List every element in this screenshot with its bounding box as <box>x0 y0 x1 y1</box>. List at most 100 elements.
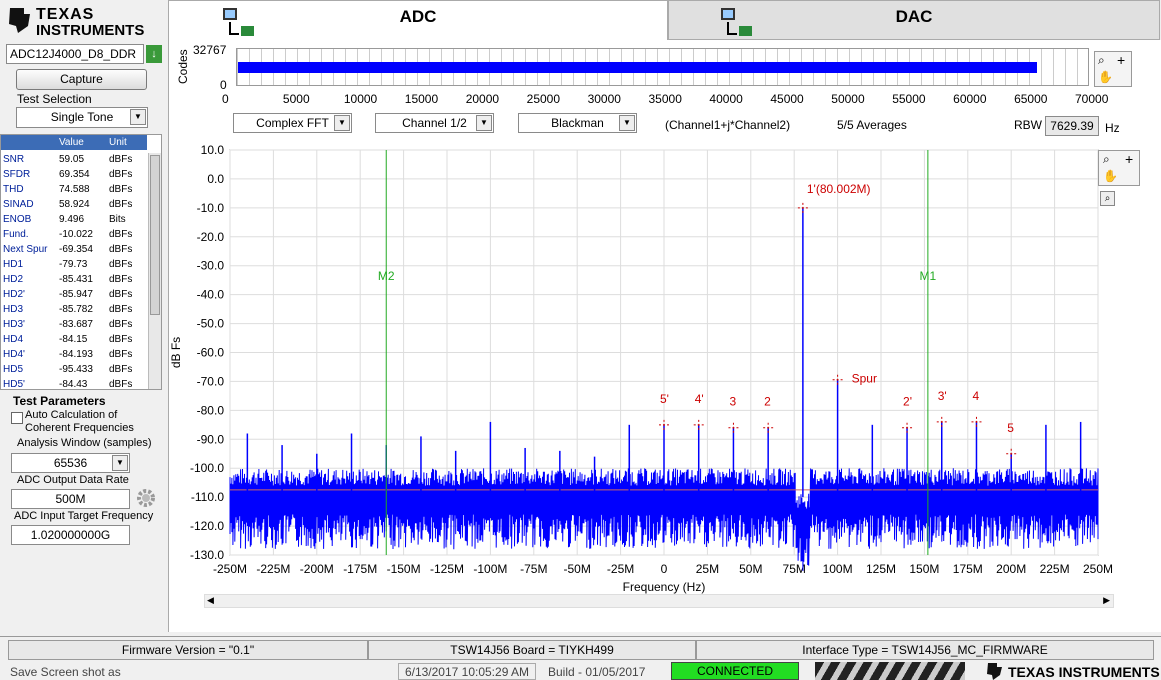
tab-adc[interactable]: ADC <box>168 0 668 40</box>
channel-value: Channel 1/2 <box>402 116 467 130</box>
y-tick-label: -10.0 <box>197 201 225 215</box>
metric-name: HD3 <box>3 304 24 315</box>
table-row: HD3 -85.782 dBFs <box>1 302 147 317</box>
metric-name: Fund. <box>3 229 29 240</box>
table-row: HD2 -85.431 dBFs <box>1 272 147 287</box>
tab-dac[interactable]: DAC <box>668 0 1160 40</box>
download-arrow-icon[interactable]: ↓ <box>146 45 162 63</box>
harmonic-label: 5' <box>660 392 669 406</box>
pc-to-board-icon <box>223 8 254 36</box>
search-icon[interactable]: ⌕ <box>1100 191 1115 206</box>
scroll-thumb[interactable] <box>150 155 160 315</box>
zoom-icon[interactable]: ⌕ <box>1103 152 1110 167</box>
metric-unit: dBFs <box>109 379 133 390</box>
codes-xtick: 30000 <box>587 92 621 106</box>
plus-icon[interactable]: + <box>1125 151 1133 167</box>
x-tick-label: -225M <box>256 562 290 576</box>
table-header: Value Unit <box>1 135 147 150</box>
chart-zoom-tools[interactable]: ⌕ + ✋ <box>1098 150 1140 186</box>
harmonic-label: Spur <box>852 372 877 386</box>
table-row: HD3' -83.687 dBFs <box>1 317 147 332</box>
pan-icon[interactable]: ✋ <box>1098 70 1113 84</box>
metric-name: SFDR <box>3 169 31 180</box>
y-tick-label: -60.0 <box>197 346 225 360</box>
table-row: HD1 -79.73 dBFs <box>1 257 147 272</box>
rbw-unit: Hz <box>1105 121 1120 135</box>
y-tick-label: -80.0 <box>197 403 225 417</box>
fft-type-dropdown[interactable]: Complex FFT ▼ <box>233 113 352 133</box>
x-tick-label: 200M <box>996 562 1026 576</box>
col-unit-header: Unit <box>109 137 127 148</box>
window-dropdown[interactable]: Blackman ▼ <box>518 113 637 133</box>
x-tick-label: -50M <box>564 562 591 576</box>
harmonic-label: 4 <box>972 389 979 403</box>
y-tick-label: -30.0 <box>197 259 225 273</box>
device-select[interactable]: ADC12J4000_D8_DDR <box>6 44 144 64</box>
rbw-label: RBW <box>1014 118 1042 132</box>
codes-ymin: 0 <box>220 78 227 92</box>
x-tick-label: 0 <box>661 562 668 576</box>
metric-unit: dBFs <box>109 184 133 195</box>
rbw-value: 7629.39 <box>1045 116 1099 136</box>
codes-xtick: 55000 <box>892 92 926 106</box>
y-tick-label: -100.0 <box>190 461 224 475</box>
build-date: Build - 01/05/2017 <box>548 665 646 679</box>
chart-scrollbar[interactable]: ◀ ▶ <box>204 594 1114 608</box>
x-tick-label: 100M <box>823 562 853 576</box>
metric-unit: dBFs <box>109 199 133 210</box>
metric-unit: dBFs <box>109 349 133 360</box>
chevron-down-icon: ▼ <box>334 115 350 131</box>
auto-calc-label: Auto Calculation of <box>25 409 118 421</box>
auto-calc-checkbox[interactable] <box>11 412 23 424</box>
metric-value: -84.193 <box>59 349 93 360</box>
target-frequency-input[interactable]: 1.020000000G <box>11 525 130 545</box>
codes-xtick: 40000 <box>709 92 743 106</box>
codes-xtick: 45000 <box>770 92 804 106</box>
metric-name: HD3' <box>3 319 25 330</box>
save-screenshot-label[interactable]: Save Screen shot as <box>10 665 121 679</box>
table-row: HD5 -95.433 dBFs <box>1 362 147 377</box>
metric-unit: dBFs <box>109 244 133 255</box>
x-tick-label: -125M <box>430 562 464 576</box>
codes-zoom-tools[interactable]: ⌕ + ✋ <box>1094 51 1132 87</box>
zoom-icon[interactable]: ⌕ <box>1098 53 1105 68</box>
scroll-left-icon[interactable]: ◀ <box>207 595 214 606</box>
status-bar: Firmware Version = "0.1" TSW14J56 Board … <box>0 636 1161 661</box>
metric-name: HD5' <box>3 379 25 390</box>
x-tick-label: 150M <box>909 562 939 576</box>
plus-icon[interactable]: + <box>1117 52 1125 68</box>
y-axis-label: dB Fs <box>169 337 183 368</box>
test-selection-label: Test Selection <box>17 92 92 106</box>
metric-name: HD4' <box>3 349 25 360</box>
data-rate-input[interactable]: 500M <box>11 489 130 509</box>
busy-indicator <box>815 662 965 680</box>
capture-button[interactable]: Capture <box>16 69 147 90</box>
x-tick-label: 75M <box>783 562 806 576</box>
pc-to-board-icon <box>721 8 752 36</box>
codes-xtick: 5000 <box>282 92 310 106</box>
y-tick-label: -50.0 <box>197 317 225 331</box>
channel-dropdown[interactable]: Channel 1/2 ▼ <box>375 113 494 133</box>
table-scrollbar[interactable] <box>148 153 161 389</box>
analysis-window-dropdown[interactable]: 65536 ▼ <box>11 453 130 473</box>
gear-icon[interactable] <box>135 487 157 509</box>
chevron-down-icon: ▼ <box>476 115 492 131</box>
x-tick-label: -250M <box>213 562 247 576</box>
metric-value: -83.687 <box>59 319 93 330</box>
scroll-right-icon[interactable]: ▶ <box>1103 595 1110 606</box>
metric-value: 58.924 <box>59 199 90 210</box>
metric-name: THD <box>3 184 24 195</box>
x-tick-label: -100M <box>473 562 507 576</box>
codes-xtick: 70000 <box>1075 92 1109 106</box>
x-tick-label: 125M <box>866 562 896 576</box>
metric-unit: dBFs <box>109 274 133 285</box>
codes-xtick: 15000 <box>404 92 439 106</box>
brand-line2: INSTRUMENTS <box>36 22 145 39</box>
codes-trace <box>238 62 1037 73</box>
metric-name: HD1 <box>3 259 24 270</box>
test-selection-dropdown[interactable]: Single Tone ▼ <box>16 107 148 128</box>
metric-name: HD2' <box>3 289 25 300</box>
interface-type: Interface Type = TSW14J56_MC_FIRMWARE <box>696 640 1154 660</box>
chevron-down-icon: ▼ <box>619 115 635 131</box>
pan-icon[interactable]: ✋ <box>1103 169 1118 183</box>
